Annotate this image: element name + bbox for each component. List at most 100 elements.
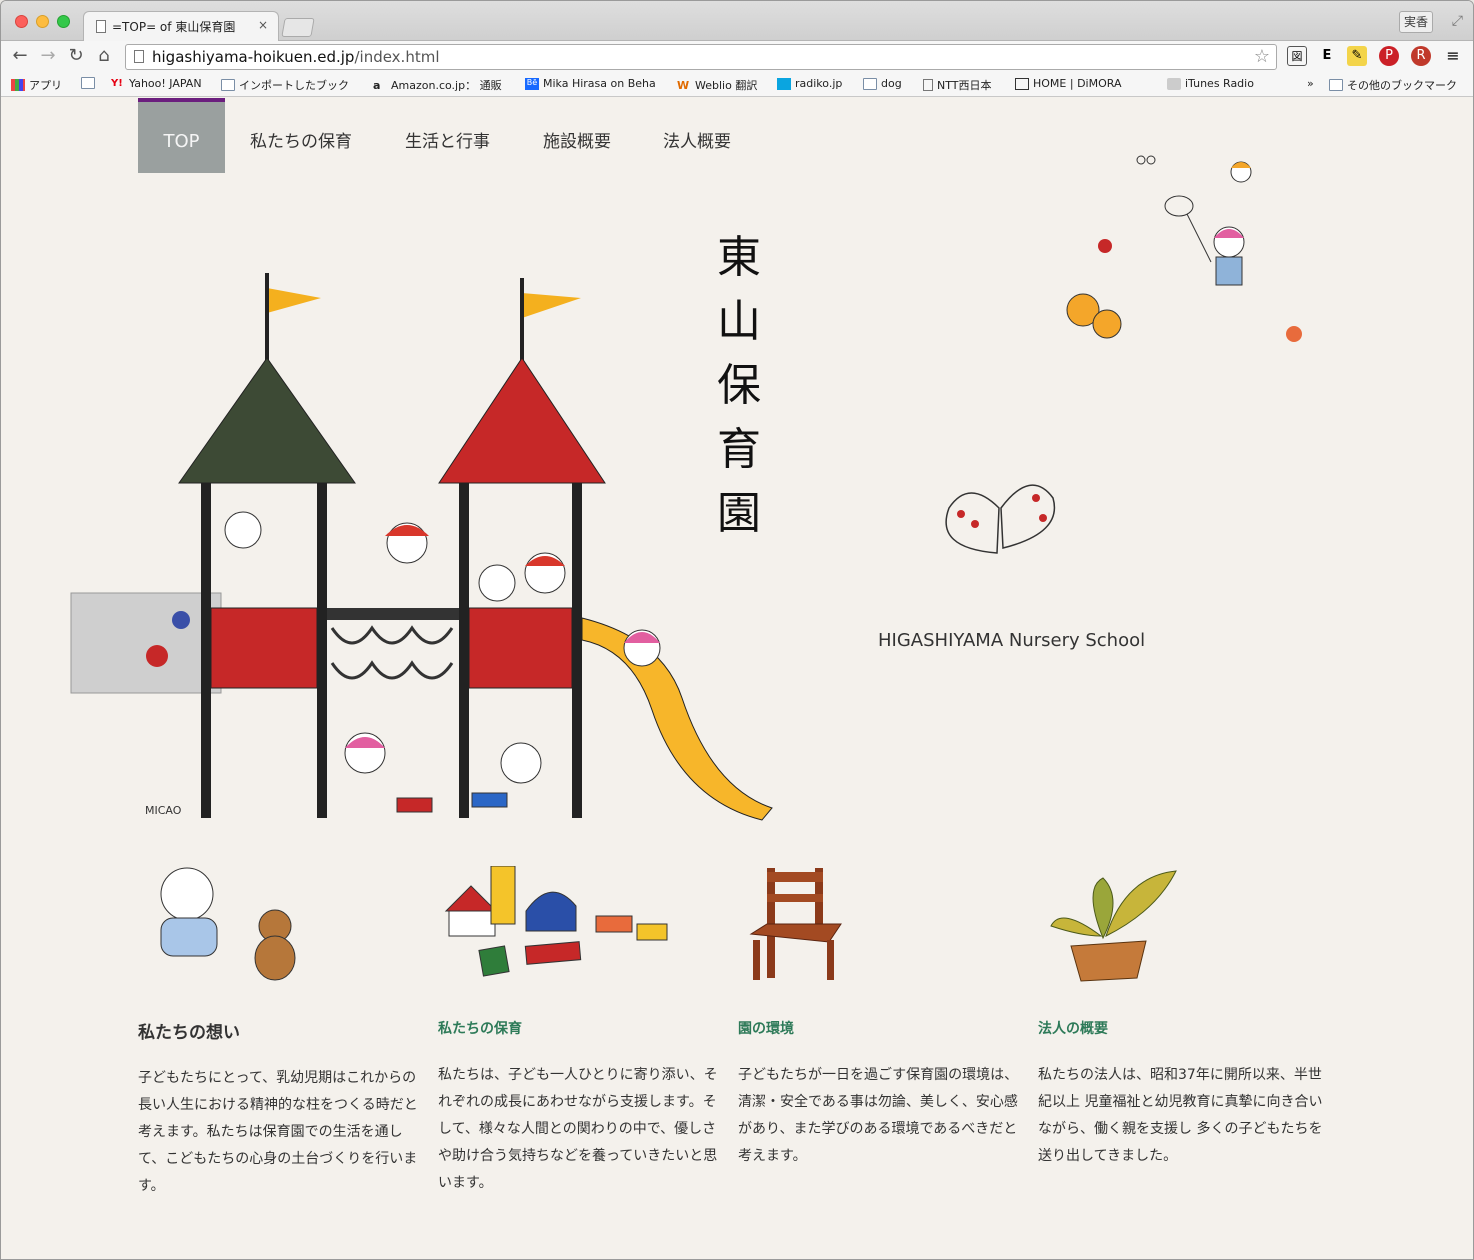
child-with-net-illustration (1066, 155, 1302, 342)
bookmark-itunes-radio[interactable]: iTunes Radio (1167, 77, 1254, 90)
bookmark-ntt[interactable]: NTT西日本 (923, 77, 991, 93)
section-body: 私たちの法人は、昭和37年に開所以来、半世紀以上 児童福祉と幼児教育に真摯に向き… (1038, 1067, 1323, 1164)
bookmark-star-icon[interactable]: ☆ (1254, 45, 1270, 69)
bookmark-behance[interactable]: Bē Mika Hirasa on Beha (525, 77, 656, 90)
nav-item-facility[interactable]: 施設概要 (543, 98, 611, 173)
nav-item-corporation[interactable]: 法人概要 (663, 98, 731, 173)
potted-plant-illustration (1050, 870, 1177, 982)
title-char: 育 (717, 424, 761, 475)
wooden-chair-illustration (749, 868, 842, 980)
folder-icon (81, 77, 95, 89)
bookmark-imported[interactable]: インポートしたブック (221, 77, 349, 93)
section-our-childcare: 私たちの保育 私たちは、子ども一人ひとりに寄り添い、それぞれの成長にあわせながら… (438, 1018, 724, 1197)
url-host: higashiyama-hoikuen.ed.jp (152, 48, 355, 66)
section-body: 子どもたちが一日を過ごす保育園の環境は、清潔・安全である事は勿論、美しく、安心感… (738, 1067, 1019, 1164)
title-char: 保 (717, 360, 761, 411)
bookmark-label: アプリ (29, 79, 62, 92)
reader-extension-icon[interactable]: R (1411, 46, 1431, 66)
window-minimize-button[interactable] (36, 15, 49, 28)
bookmark-dimora[interactable]: HOME | DiMORA (1015, 77, 1121, 90)
bookmark-label: NTT西日本 (937, 79, 992, 92)
bookmark-label: Weblio 翻訳 (695, 79, 758, 92)
nav-item-life-events[interactable]: 生活と行事 (405, 98, 490, 173)
section-environment: 園の環境 子どもたちが一日を過ごす保育園の環境は、清潔・安全である事は勿論、美し… (738, 1018, 1024, 1170)
dimora-icon (1015, 77, 1029, 90)
playground-illustration: MICAO (70, 273, 773, 821)
dictionary-extension-icon[interactable]: 図 (1287, 46, 1307, 66)
page-icon (134, 50, 144, 63)
behance-icon: Bē (525, 77, 539, 90)
address-bar[interactable]: higashiyama-hoikuen.ed.jp/index.html ☆ (125, 44, 1277, 70)
radiko-icon (777, 77, 791, 90)
folder-icon (863, 77, 877, 90)
section-heading: 私たちの想い (138, 1023, 240, 1043)
window-close-button[interactable] (15, 15, 28, 28)
page-content: TOP 私たちの保育 生活と行事 施設概要 法人概要 MICAO 東 山 保 育… (1, 98, 1473, 1259)
section-our-thoughts: 私たちの想い 子どもたちにとって、乳幼児期はこれからの長い人生における精神的な柱… (138, 1018, 424, 1200)
pinterest-extension-icon[interactable]: P (1379, 46, 1399, 66)
nav-item-top[interactable]: TOP (138, 98, 225, 173)
bookmarks-bar: アプリ Y! Yahoo! JAPAN インポートしたブック a Amazon.… (1, 73, 1473, 97)
bookmarks-overflow-button[interactable]: » (1307, 77, 1314, 90)
toy-blocks-illustration (444, 866, 668, 977)
title-char: 園 (717, 488, 761, 539)
bookmark-apps[interactable]: アプリ (11, 77, 62, 93)
bookmark-folder-blank[interactable] (81, 77, 95, 89)
bookmark-radiko[interactable]: radiko.jp (777, 77, 842, 90)
bookmark-label: iTunes Radio (1185, 77, 1254, 90)
evernote-extension-icon[interactable]: E (1317, 46, 1337, 66)
yahoo-icon: Y! (111, 77, 123, 89)
bookmark-label: Mika Hirasa on Beha (543, 77, 656, 90)
tab-title: =TOP= of 東山保育園 (112, 20, 236, 34)
section-heading-link[interactable]: 法人の概要 (1038, 1018, 1324, 1038)
bookmark-label: dog (881, 77, 902, 90)
itunes-icon (1167, 77, 1181, 90)
home-icon[interactable]: ⌂ (93, 45, 115, 67)
child-and-bear-illustration (160, 867, 296, 981)
bookmark-other[interactable]: その他のブックマーク (1329, 77, 1457, 93)
section-body: 子どもたちにとって、乳幼児期はこれからの長い人生における精神的な柱をつくる時だと… (138, 1070, 418, 1194)
fullscreen-icon[interactable]: ⤢ (1452, 13, 1463, 29)
back-arrow-icon[interactable]: ← (9, 45, 31, 67)
bookmark-label: インポートしたブック (239, 79, 349, 92)
document-icon (96, 20, 106, 33)
section-heading-link[interactable]: 園の環境 (738, 1018, 1024, 1038)
bookmark-label: Amazon.co.jp： 通販 (391, 79, 502, 92)
title-char: 山 (717, 296, 761, 347)
section-heading-link[interactable]: 私たちの保育 (438, 1018, 724, 1038)
notes-extension-icon[interactable]: ✎ (1347, 46, 1367, 66)
new-tab-button[interactable] (281, 18, 315, 37)
section-body: 私たちは、子ども一人ひとりに寄り添い、それぞれの成長にあわせながら支援します。そ… (438, 1067, 718, 1191)
chevron-right-icon: » (1307, 77, 1314, 90)
browser-window: =TOP= of 東山保育園 × 実香 ⤢ ← → ↻ ⌂ higashiyam… (0, 0, 1474, 1260)
browser-toolbar: ← → ↻ ⌂ higashiyama-hoikuen.ed.jp/index.… (1, 41, 1473, 73)
forward-arrow-icon[interactable]: → (37, 45, 59, 67)
menu-icon[interactable]: ≡ (1443, 46, 1463, 66)
profile-button[interactable]: 実香 (1399, 11, 1433, 33)
school-title: 東 山 保 育 園 (713, 226, 765, 546)
weblio-icon: W (677, 79, 690, 92)
tab-strip: =TOP= of 東山保育園 × 実香 ⤢ (1, 1, 1473, 41)
title-char: 東 (717, 232, 761, 283)
bookmark-dog[interactable]: dog (863, 77, 902, 90)
url-path: /index.html (354, 48, 440, 66)
reload-icon[interactable]: ↻ (65, 45, 87, 67)
bookmark-amazon[interactable]: a Amazon.co.jp： 通販 (373, 77, 502, 93)
folder-icon (1329, 79, 1343, 91)
folder-icon (221, 79, 235, 91)
document-icon (923, 79, 933, 91)
school-subtitle: HIGASHIYAMA Nursery School (878, 630, 1146, 651)
tab-close-icon[interactable]: × (258, 18, 268, 32)
browser-tab-active[interactable]: =TOP= of 東山保育園 × (83, 11, 279, 41)
apps-grid-icon (11, 79, 25, 91)
bookmark-label: Yahoo! JAPAN (129, 77, 202, 90)
bookmark-weblio[interactable]: W Weblio 翻訳 (677, 77, 757, 93)
nav-item-hoiku[interactable]: 私たちの保育 (250, 98, 352, 173)
window-zoom-button[interactable] (57, 15, 70, 28)
bookmark-label: その他のブックマーク (1347, 79, 1457, 92)
artist-signature: MICAO (145, 804, 182, 817)
bookmark-label: radiko.jp (795, 77, 843, 90)
bookmark-yahoo[interactable]: Y! Yahoo! JAPAN (111, 77, 202, 90)
bookmark-label: HOME | DiMORA (1033, 77, 1122, 90)
section-corporation: 法人の概要 私たちの法人は、昭和37年に開所以来、半世紀以上 児童福祉と幼児教育… (1038, 1018, 1324, 1170)
